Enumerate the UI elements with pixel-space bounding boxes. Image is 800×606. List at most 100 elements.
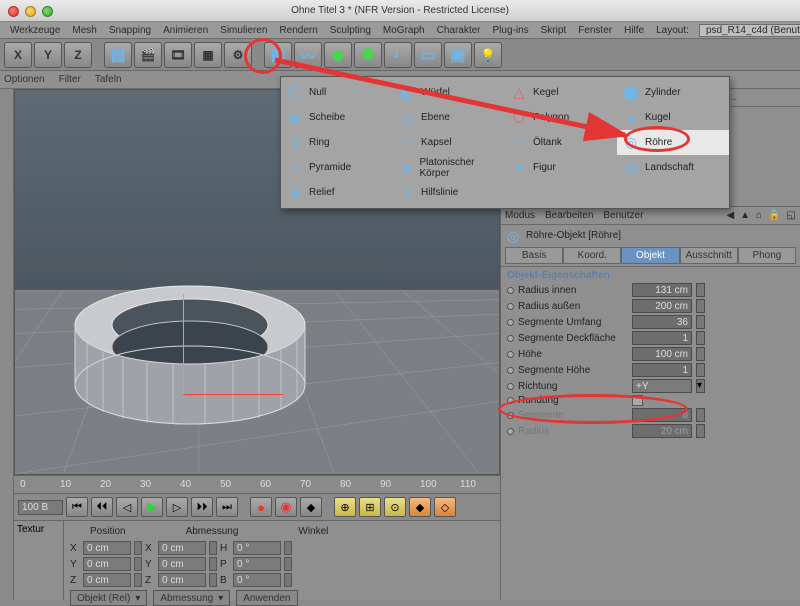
- keyframe-icon[interactable]: ◆: [300, 497, 322, 517]
- record-button[interactable]: ●: [250, 497, 272, 517]
- attr-menu[interactable]: Bearbeiten: [545, 210, 593, 221]
- coord-mode-dropdown[interactable]: Objekt (Rel)▾: [70, 590, 147, 606]
- primitive-ebene[interactable]: ◇Ebene: [393, 105, 505, 130]
- clapper-icon[interactable]: 🎬: [134, 42, 162, 68]
- menu-hilfe[interactable]: Hilfe: [618, 25, 650, 36]
- attr-menu[interactable]: Benutzer: [603, 210, 643, 221]
- minimize-icon[interactable]: [25, 6, 36, 17]
- primitive-kugel[interactable]: ●Kugel: [617, 105, 729, 130]
- layout-value[interactable]: psd_R14_c4d (Benutzer): [699, 24, 800, 37]
- rot-field[interactable]: 0 °: [233, 573, 281, 587]
- primitive-scheibe[interactable]: ◉Scheibe: [281, 105, 393, 130]
- primitive-landschaft[interactable]: ▦Landschaft: [617, 155, 729, 180]
- pos-field[interactable]: 0 cm: [83, 557, 131, 571]
- primitive-relief[interactable]: ◈Relief: [281, 180, 393, 205]
- play-button[interactable]: ▶: [141, 497, 163, 517]
- primitive-würfel[interactable]: ◧Würfel: [393, 80, 505, 105]
- anim-dot[interactable]: [507, 428, 514, 435]
- dropdown[interactable]: +Y: [632, 379, 692, 393]
- main-menubar[interactable]: WerkzeugeMeshSnappingAnimierenSimulieren…: [0, 22, 800, 39]
- value-field[interactable]: 1: [632, 363, 692, 377]
- primitive-hilfslinie[interactable]: ┼Hilfslinie: [393, 180, 505, 205]
- menu-simulieren[interactable]: Simulieren: [214, 25, 273, 36]
- viewmenu-tafeln[interactable]: Tafeln: [95, 74, 122, 85]
- spinner[interactable]: [696, 283, 705, 297]
- primitive-ring[interactable]: ◎Ring: [281, 130, 393, 155]
- primitive-null[interactable]: ◯Null: [281, 80, 393, 105]
- camera-icon[interactable]: ▣: [444, 42, 472, 68]
- menu-animieren[interactable]: Animieren: [157, 25, 214, 36]
- environment-icon[interactable]: ▭: [414, 42, 442, 68]
- tab-basis[interactable]: Basis: [505, 247, 563, 264]
- checkbox[interactable]: [632, 395, 643, 406]
- tool-x[interactable]: X: [4, 42, 32, 68]
- param-key-button[interactable]: ◆: [409, 497, 431, 517]
- viewmenu-filter[interactable]: Filter: [59, 74, 81, 85]
- primitive-zylinder[interactable]: ⬤Zylinder: [617, 80, 729, 105]
- menu-fenster[interactable]: Fenster: [572, 25, 618, 36]
- render-settings-icon[interactable]: ⚙: [224, 42, 252, 68]
- tool-y[interactable]: Y: [34, 42, 62, 68]
- scale-mode-dropdown[interactable]: Abmessung▾: [153, 590, 230, 606]
- menu-rendern[interactable]: Rendern: [273, 25, 323, 36]
- texture-panel[interactable]: Textur: [14, 521, 64, 600]
- cube-icon[interactable]: ▧: [104, 42, 132, 68]
- light-icon[interactable]: 💡: [474, 42, 502, 68]
- anim-dot[interactable]: [507, 303, 514, 310]
- rot-field[interactable]: 0 °: [233, 541, 281, 555]
- anim-dot[interactable]: [507, 351, 514, 358]
- attribute-tabs[interactable]: BasisKoord.ObjektAusschnittPhong: [505, 247, 796, 264]
- tab-objekt[interactable]: Objekt: [621, 247, 679, 264]
- attribute-menubar[interactable]: ModusBearbeitenBenutzer ◀ ▲ ⌂ 🔒 ◱: [501, 207, 800, 225]
- goto-start-button[interactable]: ⏮: [66, 497, 88, 517]
- menu-mograph[interactable]: MoGraph: [377, 25, 431, 36]
- spline-dropdown[interactable]: 〰: [294, 42, 322, 68]
- array-icon[interactable]: ✽: [354, 42, 382, 68]
- attr-menu[interactable]: Modus: [505, 210, 535, 221]
- anim-dot[interactable]: [507, 335, 514, 342]
- spinner[interactable]: [696, 315, 705, 329]
- generator-dropdown[interactable]: ◆: [324, 42, 352, 68]
- primitive-pyramide[interactable]: △Pyramide: [281, 155, 393, 180]
- lock-icon[interactable]: 🔒: [768, 210, 780, 221]
- spinner[interactable]: [696, 331, 705, 345]
- value-field[interactable]: 131 cm: [632, 283, 692, 297]
- menu-plug-ins[interactable]: Plug-ins: [487, 25, 535, 36]
- step-fwd-button[interactable]: ▷: [166, 497, 188, 517]
- maximize-icon[interactable]: ◱: [787, 210, 796, 221]
- menu-snapping[interactable]: Snapping: [103, 25, 157, 36]
- up-icon[interactable]: ▲: [740, 210, 750, 221]
- step-back-button[interactable]: ◁: [116, 497, 138, 517]
- primitive-platonischer körper[interactable]: ◈Platonischer Körper: [393, 155, 505, 180]
- layout-chooser[interactable]: Layout: psd_R14_c4d (Benutzer): [650, 24, 800, 37]
- menu-werkzeuge[interactable]: Werkzeuge: [4, 25, 66, 36]
- anim-dot[interactable]: [507, 287, 514, 294]
- apply-button[interactable]: Anwenden: [236, 590, 297, 606]
- menu-charakter[interactable]: Charakter: [431, 25, 487, 36]
- window-controls[interactable]: [8, 6, 53, 17]
- pos-key-button[interactable]: ⊕: [334, 497, 356, 517]
- tab-phong[interactable]: Phong: [738, 247, 796, 264]
- viewmenu-optionen[interactable]: Optionen: [4, 74, 45, 85]
- tab-koord.[interactable]: Koord.: [563, 247, 621, 264]
- next-key-button[interactable]: ⏵⏵: [191, 497, 213, 517]
- primitive-figur[interactable]: ✦Figur: [505, 155, 617, 180]
- tab-ausschnitt[interactable]: Ausschnitt: [680, 247, 738, 264]
- anim-dot[interactable]: [507, 397, 514, 404]
- primitive-kegel[interactable]: △Kegel: [505, 80, 617, 105]
- size-field[interactable]: 0 cm: [158, 573, 206, 587]
- back-icon[interactable]: ◀: [726, 210, 734, 221]
- frame-end[interactable]: 100 B: [18, 500, 63, 515]
- time-ruler[interactable]: 0102030405060708090100110: [14, 476, 500, 494]
- menu-mesh[interactable]: Mesh: [66, 25, 102, 36]
- scale-key-button[interactable]: ⊞: [359, 497, 381, 517]
- rot-field[interactable]: 0 °: [233, 557, 281, 571]
- primitive-röhre[interactable]: ◎Röhre: [617, 130, 729, 155]
- render-region-icon[interactable]: ▦: [194, 42, 222, 68]
- value-field[interactable]: 100 cm: [632, 347, 692, 361]
- anim-dot[interactable]: [507, 319, 514, 326]
- spinner[interactable]: [696, 363, 705, 377]
- zoom-icon[interactable]: [42, 6, 53, 17]
- value-field[interactable]: 200 cm: [632, 299, 692, 313]
- timeline[interactable]: 0102030405060708090100110 100 B ⏮ ⏴⏴ ◁ ▶…: [14, 475, 500, 520]
